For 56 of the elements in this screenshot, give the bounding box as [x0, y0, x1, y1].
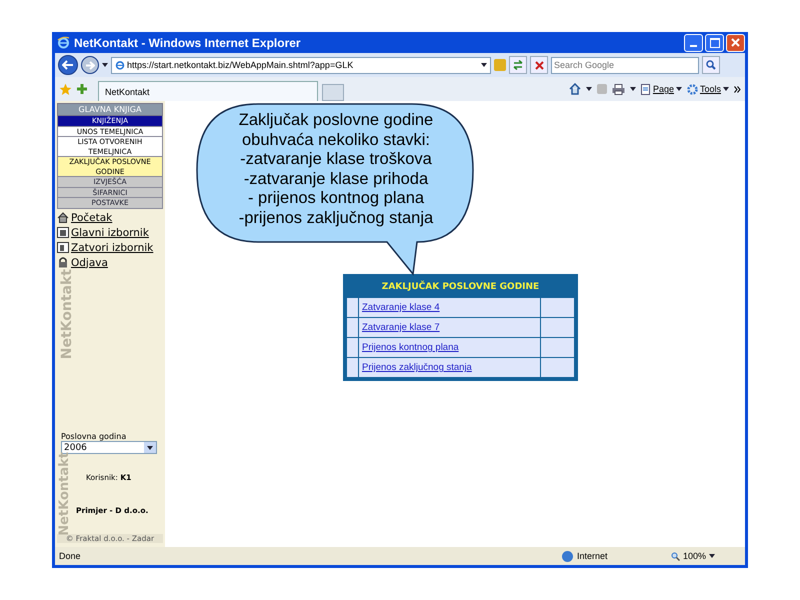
x-icon	[534, 60, 544, 70]
caret-icon[interactable]	[481, 63, 487, 67]
table-title: ZAKLJUČAK POSLOVNE GODINE	[380, 280, 540, 294]
year-select[interactable]: 2006	[61, 441, 157, 454]
arrow-left-icon	[62, 60, 74, 70]
close-button[interactable]	[726, 34, 745, 52]
callout-text: -zatvaranje klase prihoda	[242, 170, 430, 190]
window-title: NetKontakt - Windows Internet Explorer	[74, 36, 302, 50]
printer-icon[interactable]	[612, 84, 625, 94]
table-link[interactable]: Zatvaranje klase 7	[362, 322, 440, 333]
search-field[interactable]: Search Google	[551, 56, 699, 74]
callout-text: - prijenos kontnog plana	[246, 189, 426, 209]
logo-text: NetKontakt	[59, 269, 75, 360]
window-icon	[57, 227, 69, 238]
page-icon	[640, 84, 651, 94]
search-button[interactable]	[702, 56, 720, 74]
sidebar-link[interactable]: Glavni izbornik	[57, 226, 163, 238]
minimize-button[interactable]	[684, 34, 703, 52]
magnifier-icon	[671, 552, 680, 560]
year-label: Poslovna godina	[61, 432, 128, 441]
back-button[interactable]	[58, 55, 78, 75]
gear-icon	[686, 84, 698, 94]
callout-text: -zatvaranje klase troškova	[239, 150, 433, 170]
stop-button[interactable]	[530, 56, 548, 74]
page-menu[interactable]: Page	[640, 84, 682, 94]
sidebar-link[interactable]: Početak	[57, 212, 163, 224]
double-arrow-icon	[513, 60, 523, 70]
callout-text: Zaključak poslovne godine	[238, 111, 434, 131]
sidebar-link[interactable]: Zatvori izbornik	[57, 242, 163, 254]
browser-tab[interactable]: NetKontakt	[98, 81, 318, 101]
address-field[interactable]: https://start.netkontakt.biz/WebAppMain.shtml?app=GLK	[111, 56, 491, 74]
caret-icon[interactable]	[147, 446, 153, 450]
refresh-button[interactable]	[509, 56, 527, 74]
status-text: Done	[59, 551, 81, 561]
callout-text: -prijenos zaključnog stanja	[238, 208, 434, 229]
chevron-icon[interactable]	[734, 86, 741, 92]
star-icon[interactable]	[59, 82, 72, 96]
table-link[interactable]: Zatvaranje klase 4	[362, 302, 440, 313]
tools-menu[interactable]: Tools	[686, 84, 729, 94]
globe-icon	[562, 550, 573, 562]
home-icon[interactable]	[568, 83, 581, 95]
logo-text: NetKontakt	[57, 452, 72, 536]
house-icon	[57, 212, 69, 223]
sidebar-link[interactable]: Odjava	[57, 256, 163, 268]
maximize-button[interactable]	[705, 34, 724, 52]
callout-text: obuhvaća nekoliko stavki:	[240, 130, 432, 150]
zoom-control[interactable]: 100%	[671, 551, 741, 561]
menu-header: GLAVNA KNJIGA	[57, 103, 163, 116]
forward-button[interactable]	[81, 56, 99, 74]
zone-text: Internet	[577, 551, 609, 561]
search-icon	[706, 60, 716, 70]
padlock-icon	[57, 257, 69, 268]
url-text: https://start.netkontakt.biz/WebAppMain.shtml?app=GLK	[127, 60, 354, 70]
close-icon	[731, 38, 740, 47]
window-icon	[57, 242, 69, 253]
arrow-right-icon	[85, 60, 95, 70]
